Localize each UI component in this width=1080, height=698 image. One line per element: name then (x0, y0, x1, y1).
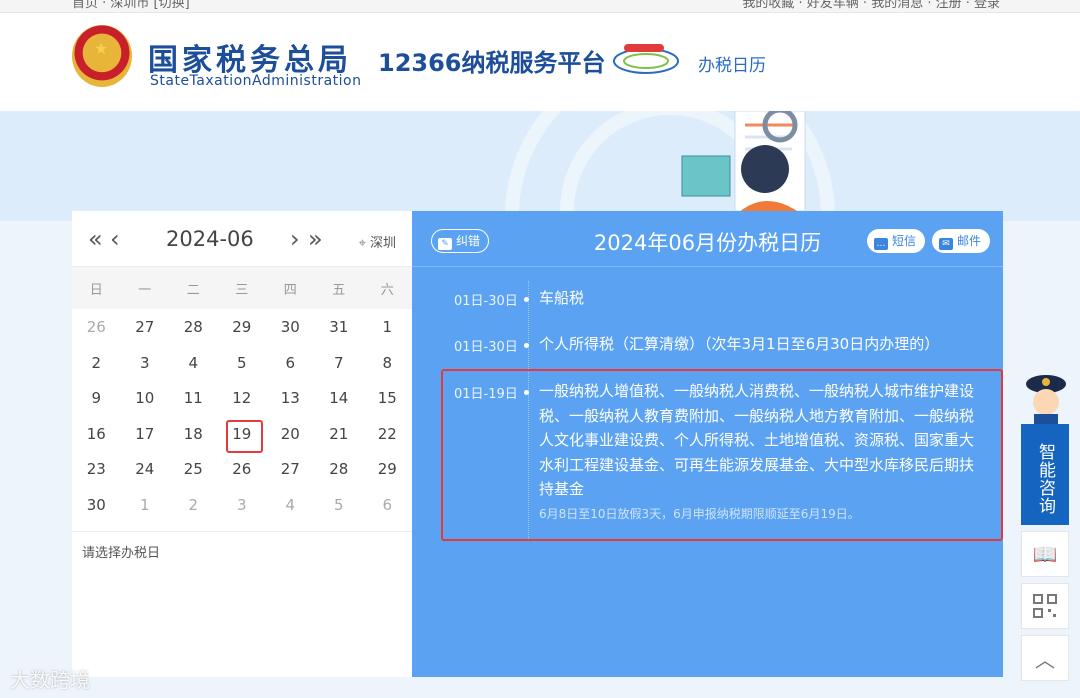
calendar-day[interactable]: 31 (315, 310, 364, 346)
site-header: ★ 国家税务总局 StateTaxationAdministration 123… (0, 13, 1080, 111)
calendar-day[interactable]: 23 (72, 452, 121, 488)
calendar-day[interactable]: 24 (121, 452, 170, 488)
person-reading-icon (681, 111, 810, 221)
calendar-day[interactable]: 27 (266, 452, 315, 488)
calendar-day[interactable]: 29 (218, 310, 267, 346)
calendar-day[interactable]: 26 (218, 452, 267, 488)
calendar-day[interactable]: 10 (121, 381, 170, 417)
calendar-day[interactable]: 9 (72, 381, 121, 417)
calendar-day[interactable]: 4 (266, 488, 315, 524)
calendar-hint: 请选择办税日 (72, 531, 412, 571)
calendar-day[interactable]: 8 (363, 346, 412, 382)
timeline-dot (524, 343, 529, 348)
calendar-day[interactable]: 7 (315, 346, 364, 382)
mail-icon: ✉ (939, 238, 953, 250)
calendar-day[interactable]: 16 (72, 417, 121, 453)
platform-name: 12366纳税服务平台 (378, 49, 606, 77)
calendar-day[interactable]: 11 (169, 381, 218, 417)
calendar-day[interactable]: 20 (266, 417, 315, 453)
weekday-header: 日 一 二 三 四 五 六 (72, 267, 412, 309)
calendar-day[interactable]: 25 (169, 452, 218, 488)
calendar-day[interactable]: 27 (121, 310, 170, 346)
prev-month-button[interactable]: ‹ (110, 225, 120, 253)
calendar-day[interactable]: 6 (266, 346, 315, 382)
calendar-day[interactable]: 15 (363, 381, 412, 417)
weekday-label: 一 (138, 282, 152, 298)
calendar-day[interactable]: 3 (121, 346, 170, 382)
top-location[interactable]: 首页 · 深圳市 [切换] (72, 0, 190, 11)
weekday-label: 四 (283, 282, 297, 298)
city-selector[interactable]: ⌖ 深圳 (359, 232, 396, 251)
calendar-day[interactable]: 30 (72, 488, 121, 524)
calendar-day[interactable]: 22 (363, 417, 412, 453)
calendar-day[interactable]: 26 (72, 310, 121, 346)
calendar-day[interactable]: 29 (363, 452, 412, 488)
calendar-day[interactable]: 14 (315, 381, 364, 417)
calendar-day[interactable]: 1 (121, 488, 170, 524)
watermark: 大数跨境 (10, 668, 90, 692)
calendar-day[interactable]: 3 (218, 488, 267, 524)
calendar-day[interactable]: 21 (315, 417, 364, 453)
calendar-day[interactable]: 17 (121, 417, 170, 453)
12366-logo-icon (613, 44, 679, 74)
guide-button[interactable]: 📖 (1021, 531, 1069, 577)
national-emblem-icon: ★ (72, 25, 132, 87)
calendar-days-grid: 26 27 28 29 30 31 1 2 3 4 5 6 7 8 9 10 11 12 13 14 15 16 17 18 1… (72, 309, 412, 523)
smart-consult-button[interactable]: 智能咨询 (1021, 424, 1069, 525)
calendar-day[interactable]: 30 (266, 310, 315, 346)
calendar-month: 2024-06 (166, 227, 254, 251)
next-month-button[interactable]: › (290, 225, 300, 253)
schedule-header: ✎ 纠错 2024年06月份办税日历 … 短信 ✉ 邮件 (412, 211, 1003, 267)
prev-year-button[interactable]: « (88, 225, 103, 253)
back-to-top-button[interactable]: ︿ (1021, 635, 1069, 681)
calendar-day[interactable]: 12 (218, 381, 267, 417)
calendar-day[interactable]: 5 (218, 346, 267, 382)
qrcode-button[interactable] (1021, 583, 1069, 629)
qrcode-icon (1033, 594, 1057, 618)
calendar-day[interactable]: 4 (169, 346, 218, 382)
sms-button[interactable]: … 短信 (867, 229, 926, 253)
calendar-day[interactable]: 28 (315, 452, 364, 488)
location-pin-icon: ⌖ (358, 236, 366, 251)
item-date: 01日-30日 (454, 294, 518, 309)
highlight-box (441, 369, 1003, 541)
calendar-day[interactable]: 28 (169, 310, 218, 346)
calendar-day[interactable]: 6 (363, 488, 412, 524)
item-date: 01日-30日 (454, 340, 518, 355)
calendar-day[interactable]: 1 (363, 310, 412, 346)
calendar-day[interactable]: 18 (169, 417, 218, 453)
calendar-day[interactable]: 2 (169, 488, 218, 524)
weekday-label: 五 (332, 282, 346, 298)
banner-illustration (0, 111, 1080, 221)
calendar-header: « ‹ 2024-06 › » ⌖ 深圳 (72, 211, 412, 267)
calendar-day[interactable]: 2 (72, 346, 121, 382)
item-text: 个人所得税（汇算清缴）（次年3月1日至6月30日内办理的） (539, 335, 940, 353)
chat-icon: … (874, 238, 888, 250)
next-year-button[interactable]: » (308, 225, 323, 253)
weekday-label: 日 (89, 282, 103, 298)
calendar-day[interactable]: 13 (266, 381, 315, 417)
item-text: 车船税 (539, 289, 585, 307)
top-utility-bar: 首页 · 深圳市 [切换] 我的收藏 · 好友车辆 · 我的消息 · 注册 · … (0, 0, 1080, 13)
book-icon: 📖 (1032, 542, 1058, 566)
chevron-up-icon: ︿ (1035, 647, 1055, 672)
page-name: 办税日历 (698, 56, 766, 76)
org-name-en: StateTaxationAdministration (150, 73, 362, 89)
mail-button[interactable]: ✉ 邮件 (932, 229, 991, 253)
timeline-dot (524, 297, 529, 302)
assistant-avatar-icon[interactable] (1024, 372, 1068, 424)
calendar-day[interactable]: 19 (218, 417, 267, 452)
weekday-label: 三 (235, 282, 249, 298)
weekday-label: 二 (186, 282, 200, 298)
calendar-panel: « ‹ 2024-06 › » ⌖ 深圳 日 一 二 三 四 五 六 26 27 28… (72, 211, 412, 677)
calendar-day[interactable]: 5 (315, 488, 364, 524)
weekday-label: 六 (380, 282, 394, 298)
top-user-links[interactable]: 我的收藏 · 好友车辆 · 我的消息 · 注册 · 登录 (742, 0, 1000, 11)
